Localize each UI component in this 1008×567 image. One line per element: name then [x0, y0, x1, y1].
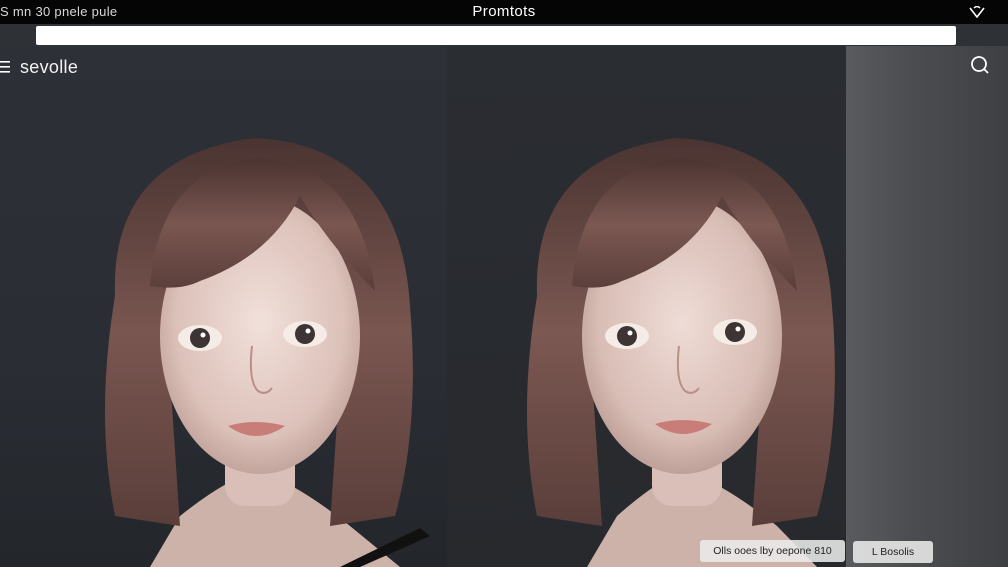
main-content: sevolle Olls ooes lby oepone 810 L Bosol…: [0, 46, 1008, 567]
menu-label: sevolle: [20, 56, 79, 77]
address-bar-input[interactable]: [36, 26, 956, 45]
portrait-middle-image: [527, 138, 835, 567]
menu-button[interactable]: sevolle: [0, 56, 78, 78]
results-button[interactable]: L Bosolis: [853, 541, 933, 563]
top-status-bar: S mn 30 pnele pule Promtots: [0, 0, 1008, 24]
portrait-left-image: [105, 138, 430, 567]
hamburger-menu-icon: [0, 60, 10, 74]
side-panel: [846, 46, 1008, 567]
portrait-left: sevolle: [0, 46, 447, 567]
heart-wifi-icon[interactable]: [966, 2, 988, 22]
search-icon: [970, 55, 990, 75]
image-caption: Olls ooes lby oepone 810: [700, 540, 845, 562]
search-button[interactable]: [968, 53, 992, 77]
page-title: Promtots: [472, 3, 536, 20]
portrait-middle: [447, 46, 846, 567]
